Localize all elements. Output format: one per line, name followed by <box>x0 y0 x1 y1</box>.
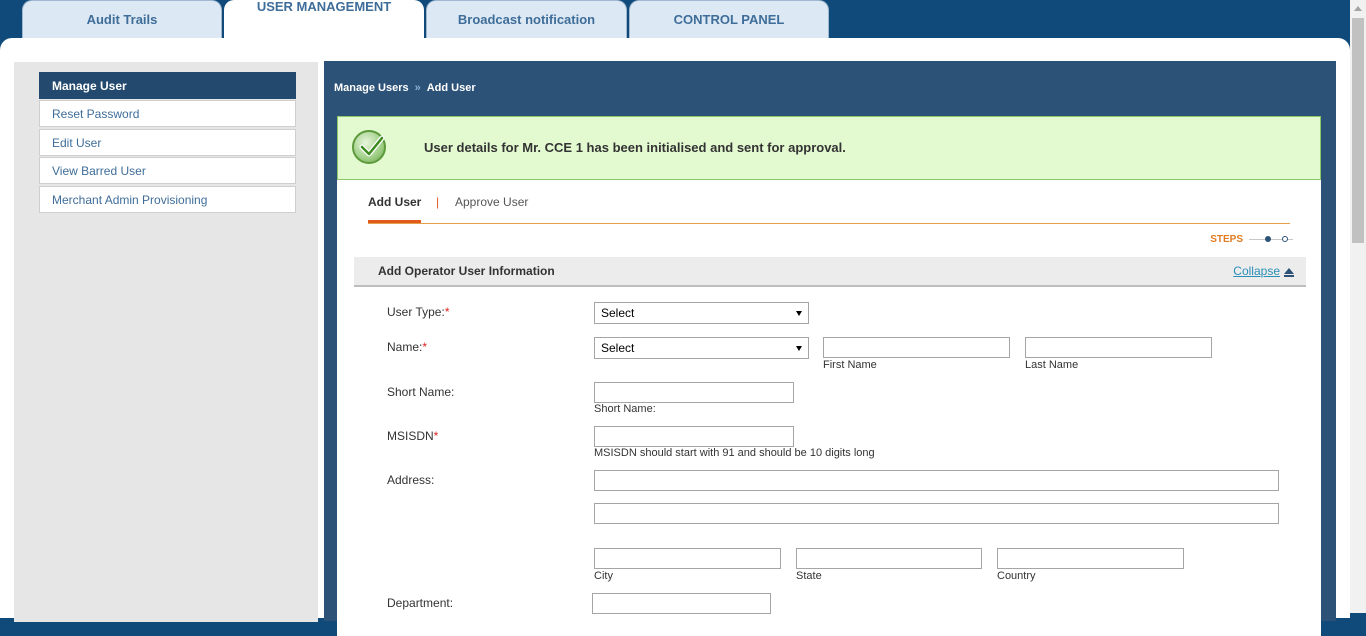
tab-audit-trails[interactable]: Audit Trails <box>22 0 222 38</box>
first-name-input[interactable] <box>823 337 1010 358</box>
short-name-input[interactable] <box>594 382 794 403</box>
tab-user-management[interactable]: USER MANAGEMENT <box>224 0 424 42</box>
collapse-label: Collapse <box>1233 264 1280 278</box>
name-label: Name:* <box>387 340 428 354</box>
sidebar-item-merchant-admin-provisioning[interactable]: Merchant Admin Provisioning <box>39 186 296 213</box>
sidebar-item-manage-user[interactable]: Manage User <box>39 72 296 99</box>
msisdn-hint: MSISDN should start with 91 and should b… <box>594 447 875 459</box>
country-input[interactable] <box>997 548 1184 569</box>
subtab-approve-user[interactable]: Approve User <box>455 195 528 209</box>
tab-control-panel-label: CONTROL PANEL <box>673 12 785 27</box>
msisdn-input[interactable] <box>594 426 794 447</box>
top-tab-bar: Audit Trails USER MANAGEMENT Broadcast n… <box>0 0 1350 42</box>
city-input[interactable] <box>594 548 781 569</box>
short-name-hint: Short Name: <box>594 403 656 415</box>
subtab-divider: | <box>436 195 440 209</box>
state-input[interactable] <box>796 548 982 569</box>
steps-indicator: STEPS <box>1210 234 1293 245</box>
success-alert: User details for Mr. CCE 1 has been init… <box>337 116 1321 180</box>
tab-broadcast-notification-label: Broadcast notification <box>457 12 596 27</box>
collapse-link[interactable]: Collapse <box>1233 264 1294 278</box>
scroll-up-arrow-icon[interactable] <box>1350 0 1366 17</box>
user-type-label: User Type:* <box>387 305 450 319</box>
sidebar: Manage User Reset Password Edit User Vie… <box>14 62 318 622</box>
sidebar-item-view-barred-user[interactable]: View Barred User <box>39 157 296 184</box>
tab-broadcast-notification[interactable]: Broadcast notification <box>426 0 627 38</box>
dropdown-arrow-icon <box>796 346 802 351</box>
user-type-select[interactable]: Select <box>594 302 809 324</box>
scrollbar-thumb[interactable] <box>1352 18 1364 243</box>
state-hint: State <box>796 570 822 582</box>
breadcrumb-separator-icon: » <box>414 82 421 94</box>
main-panel: Manage Users » Add User User details for M… <box>324 61 1336 636</box>
short-name-label: Short Name: <box>387 385 455 399</box>
section-header: Add Operator User Information Collapse <box>354 257 1306 287</box>
name-title-select[interactable]: Select <box>594 337 809 359</box>
steps-label: STEPS <box>1210 234 1243 245</box>
breadcrumb-add-user: Add User <box>426 82 476 94</box>
breadcrumb-manage-users[interactable]: Manage Users <box>334 82 409 94</box>
tab-control-panel[interactable]: CONTROL PANEL <box>629 0 829 38</box>
dropdown-arrow-icon <box>796 311 802 316</box>
name-title-select-value: Select <box>601 341 635 355</box>
subtab-add-user[interactable]: Add User <box>368 195 422 223</box>
msisdn-label: MSISDN* <box>387 429 439 443</box>
eject-icon <box>1284 268 1294 277</box>
breadcrumb: Manage Users » Add User <box>334 82 476 94</box>
address-label: Address: <box>387 473 435 487</box>
checkmark-icon <box>352 130 386 164</box>
sidebar-item-edit-user[interactable]: Edit User <box>39 129 296 156</box>
department-label: Department: <box>387 596 454 610</box>
vertical-scrollbar[interactable] <box>1350 0 1366 613</box>
address-line-1-input[interactable] <box>594 470 1279 491</box>
section-title: Add Operator User Information <box>378 264 555 278</box>
content-area: User details for Mr. CCE 1 has been init… <box>337 116 1321 636</box>
sidebar-item-reset-password[interactable]: Reset Password <box>39 100 296 127</box>
tab-user-management-label: USER MANAGEMENT <box>256 0 392 14</box>
country-hint: Country <box>997 570 1036 582</box>
steps-progress-icon <box>1249 235 1293 243</box>
last-name-hint: Last Name <box>1025 359 1079 371</box>
last-name-input[interactable] <box>1025 337 1212 358</box>
alert-message: User details for Mr. CCE 1 has been init… <box>424 140 846 155</box>
subtab-bar: Add User | Approve User <box>368 195 1290 224</box>
city-hint: City <box>594 570 613 582</box>
user-type-select-value: Select <box>601 306 635 320</box>
department-input[interactable] <box>592 593 771 614</box>
address-line-2-input[interactable] <box>594 503 1279 524</box>
first-name-hint: First Name <box>823 359 877 371</box>
tab-audit-trails-label: Audit Trails <box>86 12 158 27</box>
